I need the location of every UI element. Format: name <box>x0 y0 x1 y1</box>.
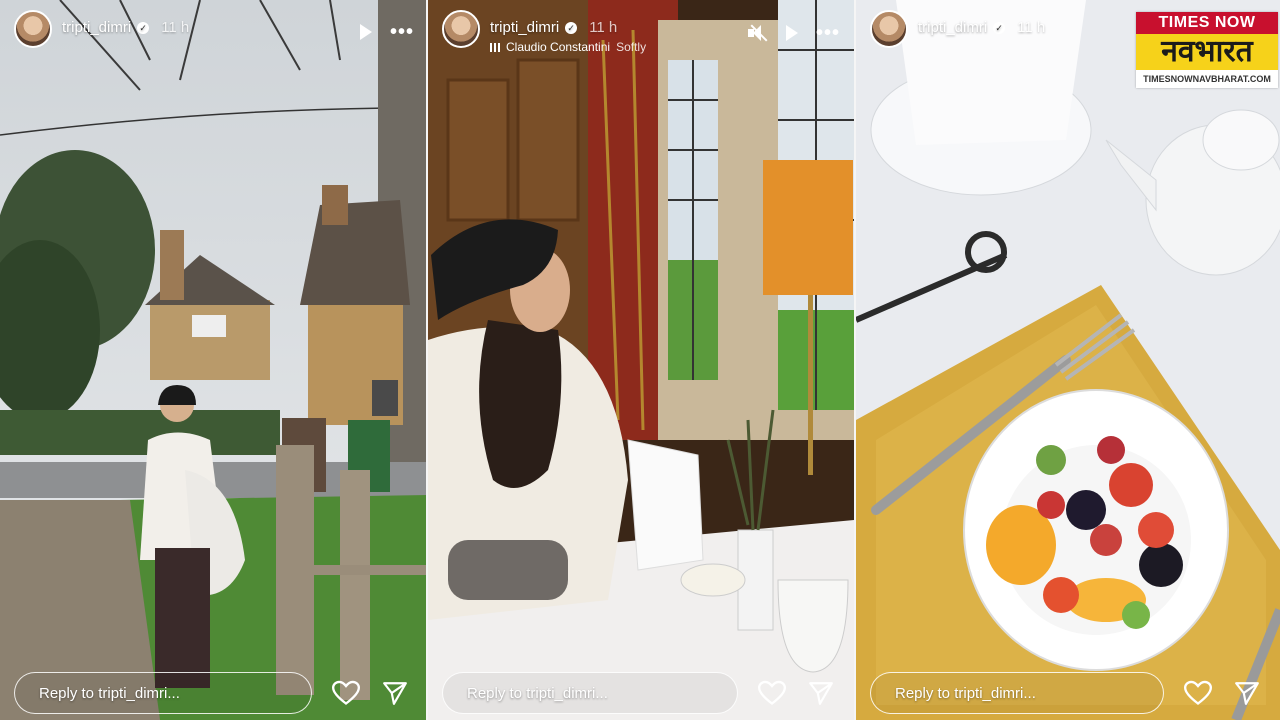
reply-input[interactable]: Reply to tripti_dimri... <box>14 672 312 714</box>
post-time: 11 h <box>161 19 190 36</box>
avatar[interactable] <box>442 10 480 48</box>
play-icon[interactable] <box>359 24 372 40</box>
music-track: Softly <box>616 40 647 54</box>
story-panel-1[interactable]: tripti_dimri ✓ 11 h ••• Reply to tripti_… <box>0 0 428 720</box>
username[interactable]: tripti_dimri <box>62 18 131 38</box>
story-image-village <box>0 0 428 720</box>
story-footer: Reply to tripti_dimri... <box>870 668 1266 718</box>
verified-icon: ✓ <box>137 22 150 34</box>
username[interactable]: tripti_dimri <box>918 18 987 38</box>
music-bars-icon <box>490 42 500 52</box>
brand-top-text: TIMES NOW <box>1136 12 1278 34</box>
story-image-cafe <box>428 0 854 720</box>
heart-icon[interactable] <box>1184 680 1212 706</box>
verified-icon: ✓ <box>565 22 578 34</box>
story-header: tripti_dimri ✓ 11 h ••• <box>14 10 414 56</box>
reply-input[interactable]: Reply to tripti_dimri... <box>870 672 1164 714</box>
story-panel-3[interactable]: tripti_dimri ✓ 11 h TIMES NOW नवभारत TIM… <box>856 0 1280 720</box>
brand-middle-text: नवभारत <box>1136 34 1278 70</box>
story-image-breakfast <box>856 0 1280 720</box>
send-icon[interactable] <box>808 680 834 706</box>
story-panel-2[interactable]: tripti_dimri ✓ 11 h Claudio Constantini … <box>428 0 854 720</box>
heart-icon[interactable] <box>332 680 360 706</box>
heart-icon[interactable] <box>758 680 786 706</box>
play-icon[interactable] <box>785 25 798 41</box>
send-icon[interactable] <box>1234 680 1260 706</box>
brand-url: TIMESNOWNAVBHARAT.COM <box>1143 74 1271 84</box>
story-footer: Reply to tripti_dimri... <box>14 668 414 718</box>
post-time: 11 h <box>1017 19 1046 36</box>
story-header: tripti_dimri ✓ 11 h Claudio Constantini … <box>442 10 840 56</box>
post-time: 11 h <box>589 19 618 36</box>
music-sticker[interactable]: Claudio Constantini Softly <box>490 40 646 54</box>
reply-input[interactable]: Reply to tripti_dimri... <box>442 672 738 714</box>
times-now-navbharat-logo: TIMES NOW नवभारत TIMESNOWNAVBHARAT.COM <box>1136 12 1278 88</box>
verified-icon: ✓ <box>993 22 1006 34</box>
mute-icon[interactable] <box>747 24 768 42</box>
send-icon[interactable] <box>382 680 408 706</box>
more-icon[interactable]: ••• <box>816 23 840 43</box>
avatar[interactable] <box>14 10 52 48</box>
username[interactable]: tripti_dimri <box>490 18 559 38</box>
more-icon[interactable]: ••• <box>390 22 414 42</box>
avatar[interactable] <box>870 10 908 48</box>
story-footer: Reply to tripti_dimri... <box>442 668 840 718</box>
music-artist: Claudio Constantini <box>506 40 611 54</box>
